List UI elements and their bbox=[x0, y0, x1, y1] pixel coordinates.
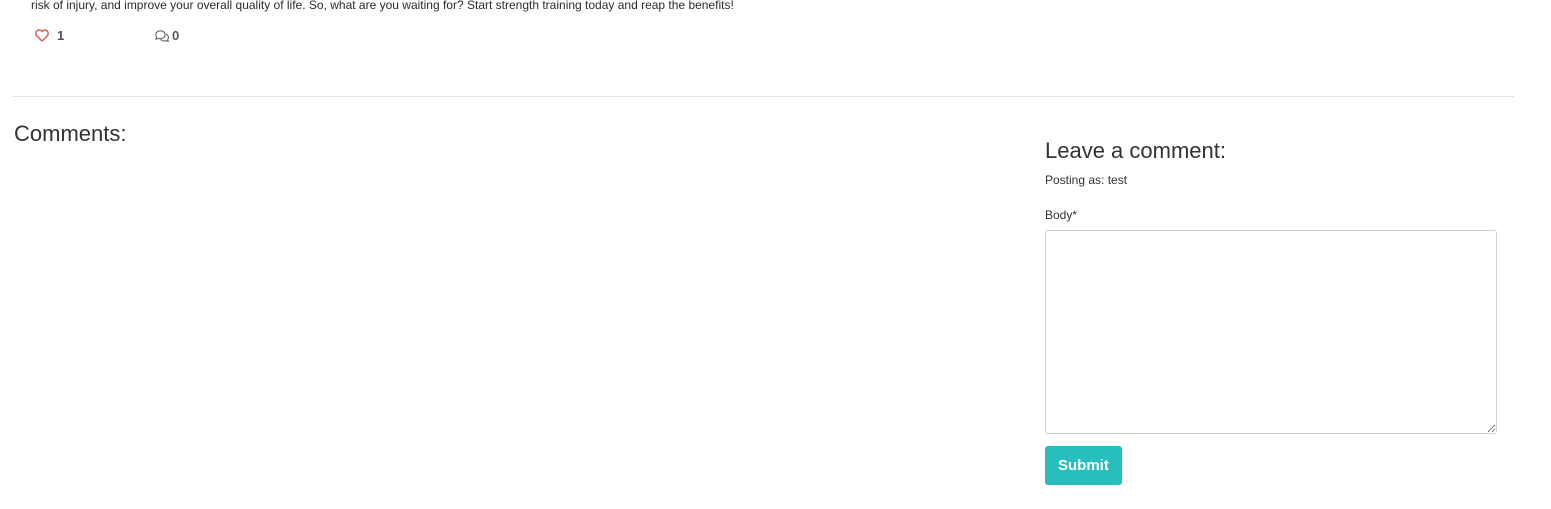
like-count: 1 bbox=[57, 28, 65, 43]
comment-bubbles-icon bbox=[154, 29, 170, 43]
comment-count: 0 bbox=[154, 28, 179, 43]
section-divider bbox=[13, 96, 1514, 97]
post-stats: 1 0 bbox=[35, 28, 235, 46]
comment-form: Leave a comment: Posting as: test Body* … bbox=[1045, 137, 1497, 485]
posting-as-text: Posting as: test bbox=[1045, 173, 1128, 187]
submit-button[interactable]: Submit bbox=[1045, 446, 1122, 485]
comment-form-heading: Leave a comment: bbox=[1045, 138, 1226, 163]
comments-heading: Comments: bbox=[14, 121, 127, 146]
body-label: Body* bbox=[1045, 208, 1078, 222]
comment-body-textarea[interactable] bbox=[1045, 230, 1497, 434]
heart-outline-icon bbox=[35, 29, 49, 42]
post-detail-page: risk of injury, and improve your overall… bbox=[0, 0, 1551, 509]
like-button[interactable]: 1 bbox=[35, 28, 64, 43]
post-body-text: risk of injury, and improve your overall… bbox=[31, 0, 734, 12]
comment-count-number: 0 bbox=[172, 28, 180, 43]
